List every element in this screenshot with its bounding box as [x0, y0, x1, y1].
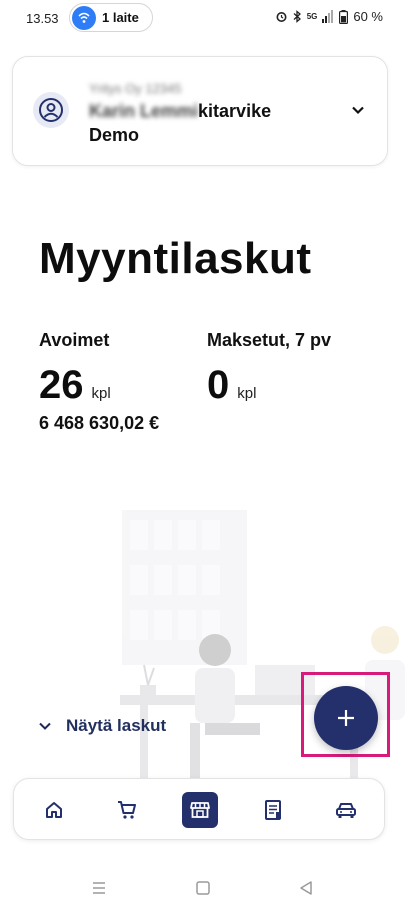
paid-count: 0	[207, 363, 230, 407]
car-icon	[336, 803, 356, 818]
status-time: 13.53	[26, 11, 59, 26]
network-type: 5G	[306, 11, 318, 21]
system-navigation-bar	[0, 862, 409, 914]
open-invoices-stat: Avoimet 26 kpl 6 468 630,02 €	[39, 330, 159, 434]
company-id: Yritys Oy 12345	[89, 81, 182, 96]
company-selector[interactable]: Yritys Oy 12345 Karin Lemmikitarvike Dem…	[12, 56, 388, 166]
avatar	[33, 92, 69, 128]
square-icon	[196, 881, 210, 895]
recents-icon	[93, 882, 105, 894]
open-sum: 6 468 630,02 €	[39, 413, 160, 433]
show-invoices-toggle[interactable]: Näytä laskut	[38, 716, 166, 736]
status-icons: 5G 60 %	[275, 9, 383, 24]
home-system-button[interactable]	[193, 878, 213, 898]
hotspot-label: 1 laite	[102, 10, 139, 25]
company-name-line2: Demo	[89, 125, 140, 145]
receipt-icon	[265, 800, 281, 820]
add-invoice-button[interactable]	[314, 686, 378, 750]
company-name-suffix: kitarvike	[198, 101, 272, 121]
nav-purchases[interactable]	[109, 792, 145, 828]
nav-documents[interactable]	[255, 792, 291, 828]
battery-level: 60 %	[353, 9, 383, 24]
hotspot-icon	[72, 6, 96, 30]
back-button[interactable]	[296, 878, 316, 898]
battery-icon	[339, 9, 349, 24]
page-title: Myyntilaskut	[39, 234, 312, 283]
hotspot-indicator[interactable]: 1 laite	[69, 3, 153, 32]
back-triangle-icon	[300, 881, 312, 895]
chevron-down-icon[interactable]	[349, 101, 367, 119]
nav-home[interactable]	[36, 792, 72, 828]
open-label: Avoimet	[39, 330, 110, 350]
nav-sales[interactable]	[182, 792, 218, 828]
status-bar: 13.53 1 laite 5G 60 %	[0, 0, 409, 36]
paid-invoices-stat: Maksetut, 7 pv 0 kpl	[207, 330, 331, 407]
company-name: Karin Lemmikitarvike	[89, 101, 271, 122]
recents-button[interactable]	[89, 878, 109, 898]
home-icon	[46, 802, 62, 818]
open-unit: kpl	[91, 385, 111, 402]
paid-label: Maksetut, 7 pv	[207, 330, 332, 350]
chevron-down-icon	[39, 722, 51, 730]
open-count: 26	[39, 363, 84, 407]
nav-vehicles[interactable]	[328, 792, 364, 828]
bluetooth-icon	[293, 10, 301, 23]
show-invoices-label: Näytä laskut	[66, 716, 167, 735]
plus-icon	[338, 710, 354, 726]
alarm-icon	[276, 12, 287, 22]
cart-icon	[118, 801, 136, 819]
paid-unit: kpl	[237, 385, 257, 402]
bottom-navigation	[13, 778, 385, 840]
signal-icon	[322, 10, 334, 23]
company-name-prefix: Karin Lemmi	[89, 101, 199, 121]
store-icon	[190, 802, 210, 818]
user-circle-icon	[39, 98, 63, 122]
